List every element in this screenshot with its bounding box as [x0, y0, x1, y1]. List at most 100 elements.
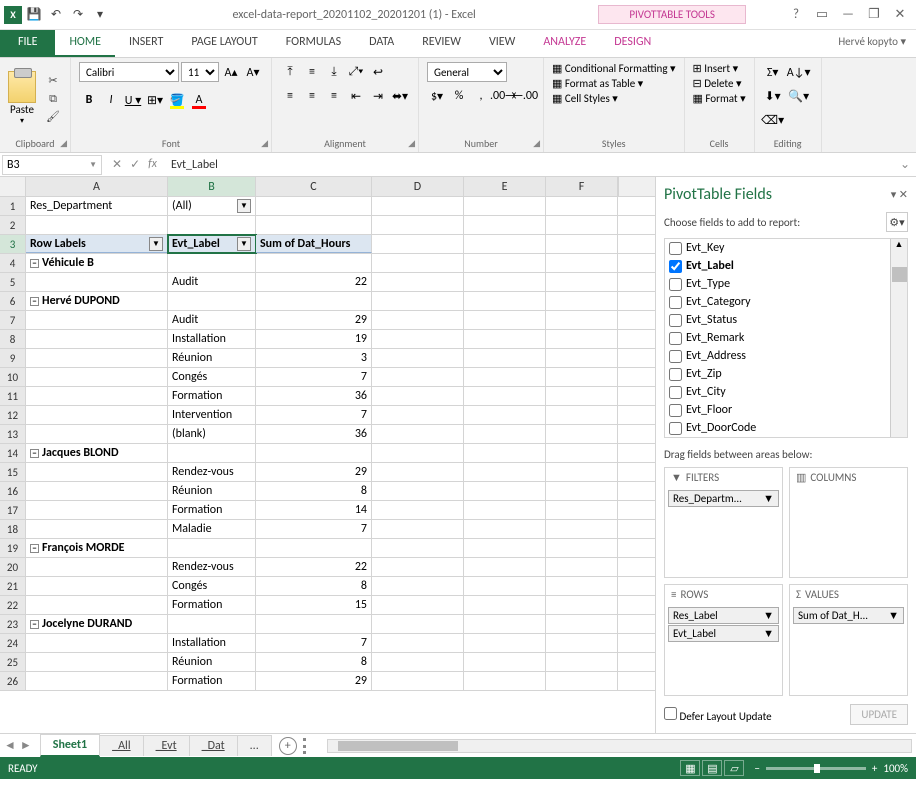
cell-D3[interactable]: [372, 235, 464, 253]
cell-B2[interactable]: [168, 216, 256, 234]
field-checkbox[interactable]: [669, 260, 682, 273]
cell-E19[interactable]: [464, 539, 546, 557]
cell-B23[interactable]: [168, 615, 256, 633]
field-checkbox[interactable]: [669, 386, 682, 399]
cell-E13[interactable]: [464, 425, 546, 443]
field-checkbox[interactable]: [669, 278, 682, 291]
undo-icon[interactable]: ↶: [46, 5, 66, 25]
cell-B19[interactable]: [168, 539, 256, 557]
cell-C6[interactable]: [256, 292, 372, 310]
cell-E3[interactable]: [464, 235, 546, 253]
cell-D20[interactable]: [372, 558, 464, 576]
cell-F8[interactable]: [546, 330, 618, 348]
zoom-out-button[interactable]: −: [754, 762, 759, 775]
cell-C17[interactable]: 14: [256, 501, 372, 519]
field-item-evt_category[interactable]: Evt_Category: [665, 293, 907, 311]
cell-B21[interactable]: Congés: [168, 577, 256, 595]
cell-B4[interactable]: [168, 254, 256, 272]
formula-input[interactable]: Evt_Label: [165, 158, 894, 172]
cell-B24[interactable]: Installation: [168, 634, 256, 652]
cell-C8[interactable]: 19: [256, 330, 372, 348]
cell-D5[interactable]: [372, 273, 464, 291]
area-filters[interactable]: ▼FILTERS Res_Departm...▼: [664, 467, 783, 578]
row-header[interactable]: 2: [0, 216, 26, 234]
cell-F22[interactable]: [546, 596, 618, 614]
increase-decimal-icon[interactable]: .00→: [493, 86, 513, 106]
cell-B18[interactable]: Maladie: [168, 520, 256, 538]
sheet-tab-evt[interactable]: _Evt: [143, 735, 190, 756]
cell-C10[interactable]: 7: [256, 368, 372, 386]
cell-A3[interactable]: Row Labels▼: [26, 235, 168, 253]
cell-E12[interactable]: [464, 406, 546, 424]
cell-D13[interactable]: [372, 425, 464, 443]
zoom-slider[interactable]: [766, 767, 866, 770]
field-item-evt_floor[interactable]: Evt_Floor: [665, 401, 907, 419]
cell-B6[interactable]: [168, 292, 256, 310]
cell-A4[interactable]: −Véhicule B: [26, 254, 168, 272]
align-top-icon[interactable]: ⤒: [280, 62, 300, 82]
row-header[interactable]: 13: [0, 425, 26, 443]
cell-C24[interactable]: 7: [256, 634, 372, 652]
cell-A11[interactable]: [26, 387, 168, 405]
tab-design[interactable]: DESIGN: [600, 30, 665, 57]
tab-page-layout[interactable]: PAGE LAYOUT: [177, 30, 271, 57]
cell-E11[interactable]: [464, 387, 546, 405]
ribbon-display-icon[interactable]: ▭: [812, 7, 832, 22]
name-box[interactable]: B3▼: [2, 155, 102, 175]
increase-indent-icon[interactable]: ⇥: [368, 86, 388, 106]
decrease-indent-icon[interactable]: ⇤: [346, 86, 366, 106]
excel-icon[interactable]: X: [4, 6, 22, 24]
sheet-tab-dat[interactable]: _Dat: [189, 735, 238, 756]
cell-C12[interactable]: 7: [256, 406, 372, 424]
enter-formula-icon[interactable]: ✓: [130, 157, 140, 172]
view-page-break-icon[interactable]: ▱: [724, 760, 744, 776]
field-item-evt_zip[interactable]: Evt_Zip: [665, 365, 907, 383]
cell-E23[interactable]: [464, 615, 546, 633]
cell-E5[interactable]: [464, 273, 546, 291]
add-sheet-button[interactable]: +: [279, 737, 297, 755]
cell-B25[interactable]: Réunion: [168, 653, 256, 671]
field-checkbox[interactable]: [669, 404, 682, 417]
cell-D7[interactable]: [372, 311, 464, 329]
col-header-b[interactable]: B: [168, 177, 256, 196]
cell-E2[interactable]: [464, 216, 546, 234]
minimize-icon[interactable]: —: [838, 7, 858, 22]
align-center-icon[interactable]: ≡: [302, 86, 322, 106]
cell-C14[interactable]: [256, 444, 372, 462]
cell-F13[interactable]: [546, 425, 618, 443]
cell-F17[interactable]: [546, 501, 618, 519]
field-checkbox[interactable]: [669, 332, 682, 345]
cell-E18[interactable]: [464, 520, 546, 538]
field-pane-close-icon[interactable]: ✕: [899, 188, 908, 201]
cell-E14[interactable]: [464, 444, 546, 462]
cell-A17[interactable]: [26, 501, 168, 519]
row-header[interactable]: 11: [0, 387, 26, 405]
fill-color-button[interactable]: 🪣: [167, 90, 187, 110]
cell-E22[interactable]: [464, 596, 546, 614]
sheet-tab-sheet1[interactable]: Sheet1: [40, 734, 100, 757]
delete-cells-button[interactable]: ⊟ Delete ▾: [693, 77, 746, 90]
cell-D1[interactable]: [372, 197, 464, 215]
cell-A15[interactable]: [26, 463, 168, 481]
cell-F11[interactable]: [546, 387, 618, 405]
cell-C22[interactable]: 15: [256, 596, 372, 614]
defer-layout-checkbox[interactable]: Defer Layout Update: [664, 707, 772, 723]
row-header[interactable]: 16: [0, 482, 26, 500]
align-middle-icon[interactable]: ≡: [302, 62, 322, 82]
row-header[interactable]: 20: [0, 558, 26, 576]
cell-F4[interactable]: [546, 254, 618, 272]
cell-B9[interactable]: Réunion: [168, 349, 256, 367]
cell-D22[interactable]: [372, 596, 464, 614]
cell-A16[interactable]: [26, 482, 168, 500]
decrease-decimal-icon[interactable]: ←.00: [515, 86, 535, 106]
row-header[interactable]: 17: [0, 501, 26, 519]
row-header[interactable]: 10: [0, 368, 26, 386]
cell-F15[interactable]: [546, 463, 618, 481]
insert-cells-button[interactable]: ⊞ Insert ▾: [693, 62, 746, 75]
cell-B17[interactable]: Formation: [168, 501, 256, 519]
field-item-evt_type[interactable]: Evt_Type: [665, 275, 907, 293]
view-normal-icon[interactable]: ▦: [680, 760, 700, 776]
cell-C19[interactable]: [256, 539, 372, 557]
underline-button[interactable]: U ▾: [123, 90, 143, 110]
cell-C7[interactable]: 29: [256, 311, 372, 329]
